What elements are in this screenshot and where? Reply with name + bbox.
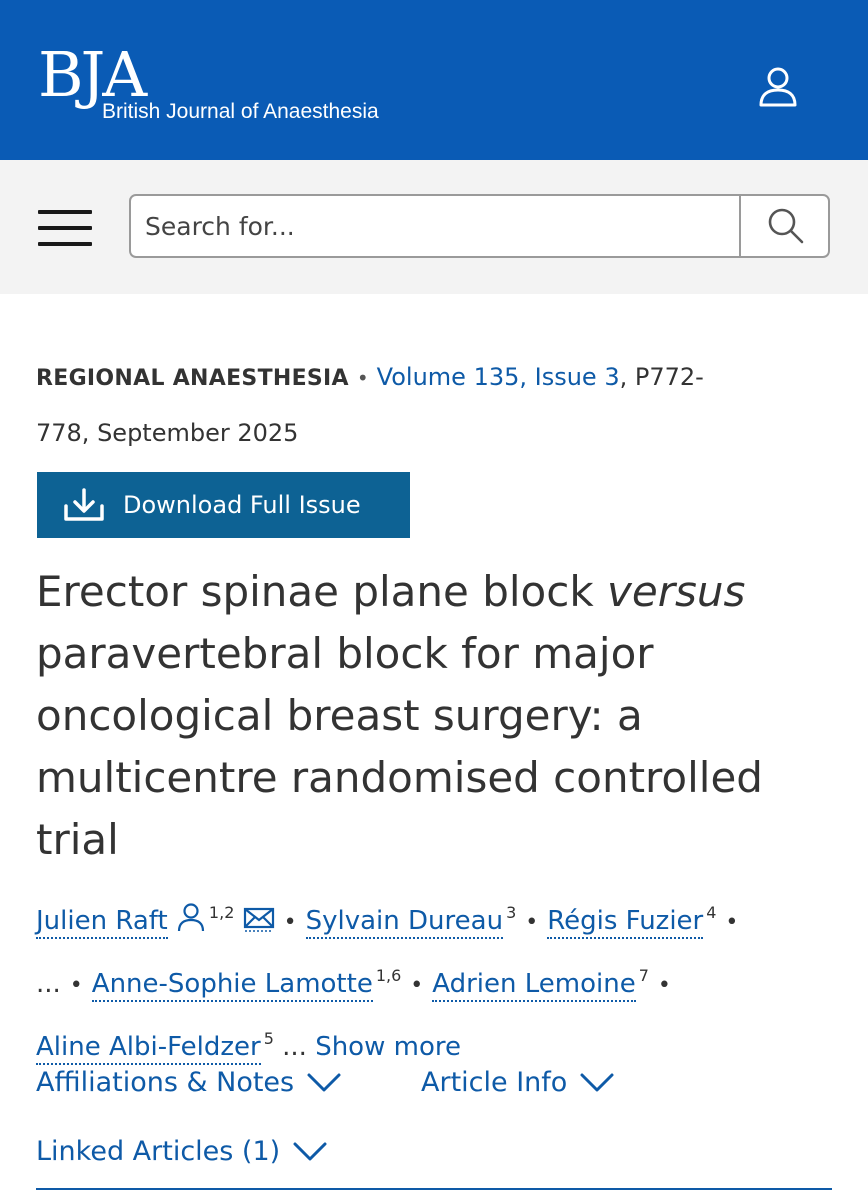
- linked-articles-label: Linked Articles (1): [36, 1136, 281, 1167]
- journal-logo[interactable]: BJA British Journal of Anaesthesia: [38, 38, 379, 123]
- menu-button[interactable]: [38, 210, 92, 248]
- separator-dot: •: [525, 910, 539, 935]
- separator-dot: •: [356, 366, 369, 390]
- search-icon: [768, 208, 803, 244]
- author-affiliation: 7: [638, 966, 649, 985]
- email-icon[interactable]: [243, 906, 275, 932]
- search-submit-button[interactable]: [739, 196, 830, 256]
- authors-ellipsis: ...: [282, 1032, 307, 1062]
- site-header: BJA British Journal of Anaesthesia: [0, 0, 868, 160]
- section-label[interactable]: REGIONAL ANAESTHESIA: [36, 366, 349, 391]
- author-link[interactable]: Aline Albi-Feldzer: [36, 1032, 261, 1065]
- show-more-authors-button[interactable]: Show more: [315, 1032, 461, 1062]
- author-link[interactable]: Julien Raft: [36, 906, 168, 939]
- title-part2: paravertebral block for major oncologica…: [36, 629, 763, 864]
- title-italic: versus: [607, 567, 746, 616]
- authors-ellipsis: ...: [36, 969, 61, 999]
- hamburger-line: [38, 226, 92, 230]
- logo-mark: BJA: [38, 38, 147, 111]
- author-affiliation: 3: [506, 903, 517, 922]
- author-affiliation: 1,2: [208, 903, 235, 922]
- author-link[interactable]: Adrien Lemoine: [432, 969, 636, 1002]
- hamburger-menu-icon: [38, 210, 92, 214]
- separator-dot: •: [657, 973, 671, 998]
- title-part1: Erector spinae plane block: [36, 567, 608, 616]
- author-link[interactable]: Anne-Sophie Lamotte: [91, 969, 373, 1002]
- separator-dot: •: [69, 973, 83, 998]
- account-button[interactable]: [752, 60, 804, 112]
- chevron-down-icon: [307, 1073, 341, 1091]
- author-link[interactable]: Sylvain Dureau: [305, 906, 504, 939]
- affiliations-notes-toggle[interactable]: Affiliations & Notes: [36, 1067, 342, 1098]
- divider: [36, 1188, 832, 1190]
- search-input[interactable]: [131, 196, 737, 256]
- download-label: Download Full Issue: [123, 491, 361, 519]
- separator-dot: •: [410, 973, 424, 998]
- article-meta: REGIONAL ANAESTHESIA • Volume 135, Issue 3…: [36, 350, 736, 460]
- article-title: Erector spinae plane block versus parave…: [36, 561, 836, 871]
- search-box: [129, 194, 830, 258]
- author-link[interactable]: Régis Fuzier: [547, 906, 704, 939]
- download-full-issue-button[interactable]: Download Full Issue: [37, 472, 410, 538]
- article-info-label: Article Info: [421, 1067, 568, 1098]
- download-icon: [64, 488, 104, 521]
- separator-dot: •: [283, 910, 297, 935]
- corresponding-author-icon[interactable]: [176, 902, 206, 932]
- linked-articles-toggle[interactable]: Linked Articles (1): [36, 1136, 328, 1167]
- volume-issue-link[interactable]: Volume 135, Issue 3: [377, 363, 620, 391]
- affiliations-notes-label: Affiliations & Notes: [36, 1067, 295, 1098]
- author-affiliation: 5: [263, 1029, 274, 1048]
- author-affiliation: 4: [706, 903, 717, 922]
- author-list: Julien Raft 1,2 • Sylvain Dureau 3 • Régis F…: [36, 886, 836, 1074]
- chevron-down-icon: [580, 1073, 614, 1091]
- hamburger-line: [38, 242, 92, 246]
- article-info-toggle[interactable]: Article Info: [421, 1067, 615, 1098]
- separator-dot: •: [725, 910, 739, 935]
- user-icon: [759, 67, 797, 107]
- author-affiliation: 1,6: [375, 966, 402, 985]
- logo-subtitle: British Journal of Anaesthesia: [102, 100, 379, 123]
- chevron-down-icon: [293, 1142, 327, 1160]
